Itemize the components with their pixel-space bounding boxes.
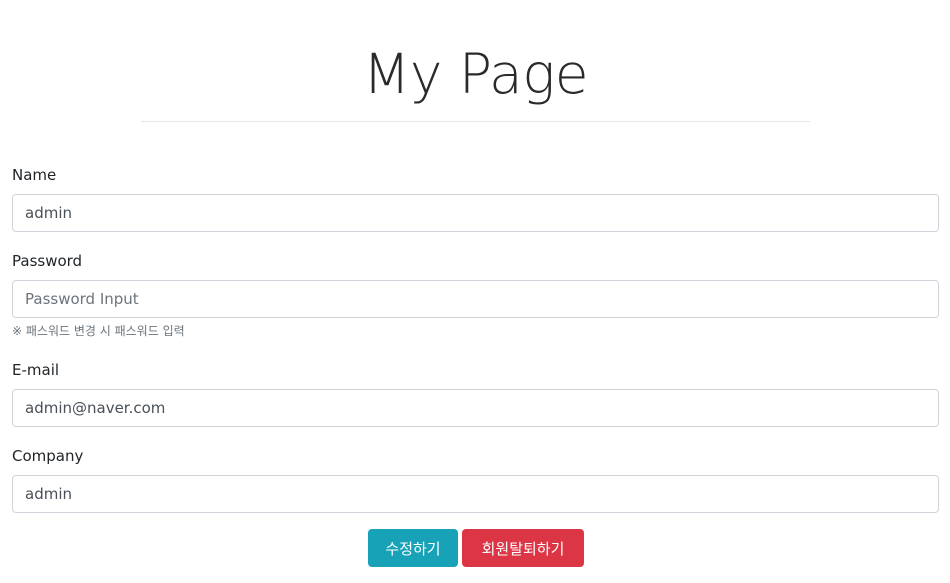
withdraw-button[interactable]: 회원탈퇴하기 xyxy=(462,529,584,567)
company-input[interactable] xyxy=(12,475,939,513)
edit-button[interactable]: 수정하기 xyxy=(368,529,458,567)
email-input[interactable] xyxy=(12,389,939,427)
email-label: E-mail xyxy=(12,361,60,379)
name-input[interactable] xyxy=(12,194,939,232)
password-input[interactable] xyxy=(12,280,939,318)
my-page: My Page Name Password ※ 패스워드 변경 시 패스워드 입… xyxy=(0,0,950,583)
page-header: My Page xyxy=(141,38,810,122)
name-label: Name xyxy=(12,166,57,184)
page-title: My Page xyxy=(362,42,589,106)
password-label: Password xyxy=(12,252,83,270)
company-label: Company xyxy=(12,447,84,465)
password-hint: ※ 패스워드 변경 시 패스워드 입력 xyxy=(12,324,185,338)
